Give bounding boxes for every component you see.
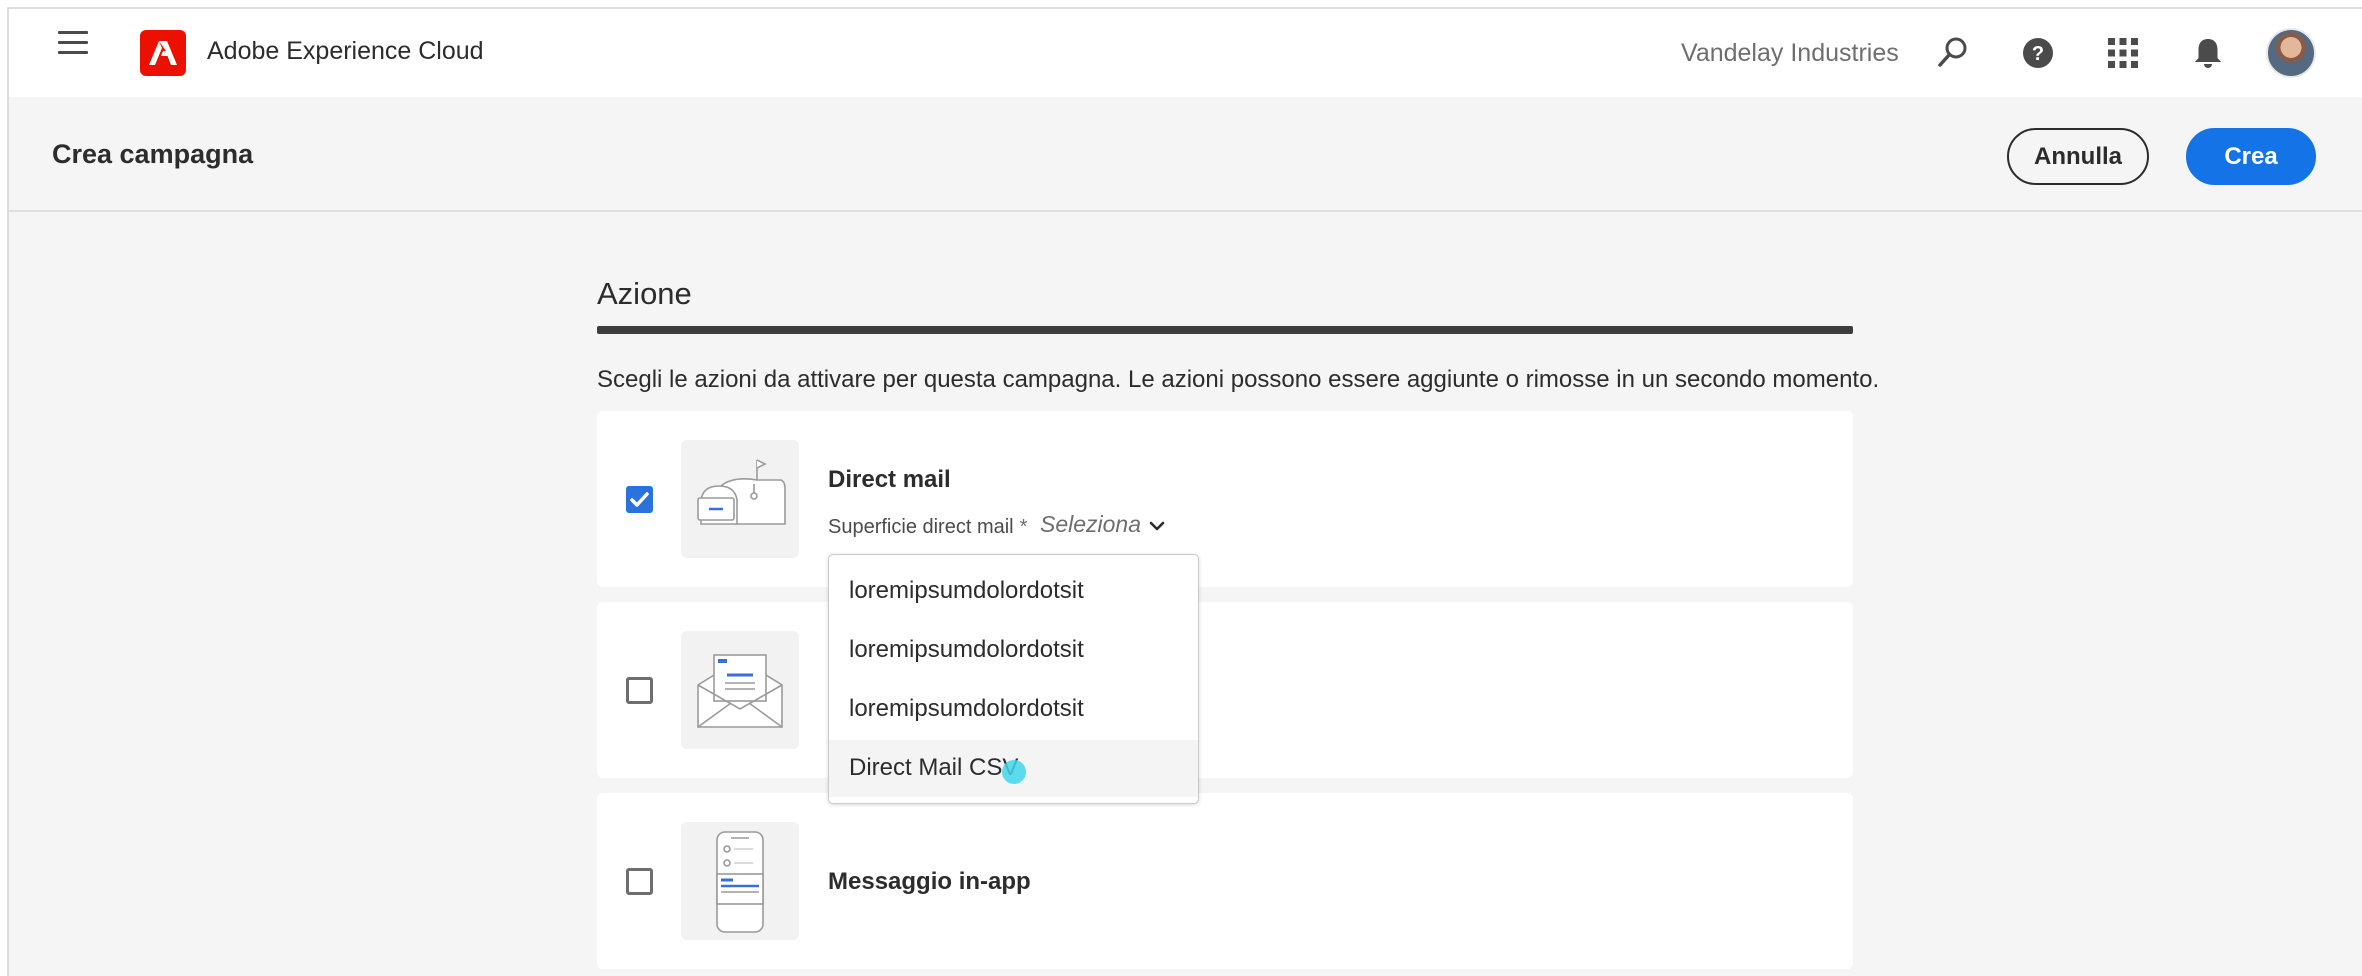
dropdown-option-label: loremipsumdolordotsit xyxy=(849,695,1084,722)
section-description: Scegli le azioni da attivare per questa … xyxy=(597,366,1880,393)
action-card-email xyxy=(597,602,1853,778)
page-header: Crea campagna Annulla Crea xyxy=(9,97,2362,212)
app-title[interactable]: Adobe Experience Cloud xyxy=(207,37,484,66)
dropdown-option-label: loremipsumdolordotsit xyxy=(849,577,1084,604)
org-name[interactable]: Vandelay Industries xyxy=(1681,39,1899,68)
dropdown-option-label: loremipsumdolordotsit xyxy=(849,636,1084,663)
dropdown-option[interactable]: loremipsumdolordotsit xyxy=(829,622,1198,679)
dropdown-option[interactable]: loremipsumdolordotsit xyxy=(829,563,1198,620)
section-title: Azione xyxy=(597,276,692,311)
field-label-text: Superficie direct mail xyxy=(828,516,1014,538)
direct-mail-surface-picker[interactable]: Seleziona xyxy=(1040,511,1167,538)
required-marker: * xyxy=(1019,516,1028,538)
section-divider xyxy=(597,326,1853,334)
apps-grid-icon[interactable] xyxy=(2104,34,2142,72)
direct-mail-surface-label: Superficie direct mail * xyxy=(828,516,1027,539)
notification-bell-icon[interactable] xyxy=(2189,34,2227,72)
mailbox-icon xyxy=(681,440,799,558)
dropdown-option-label: Direct Mail CSV xyxy=(849,754,1019,781)
in-app-checkbox[interactable] xyxy=(626,868,653,895)
action-title-direct-mail: Direct mail xyxy=(828,466,951,493)
action-card-in-app: Messaggio in-app xyxy=(597,793,1853,969)
envelope-icon xyxy=(681,631,799,749)
help-icon[interactable]: ? xyxy=(2019,34,2057,72)
user-avatar[interactable] xyxy=(2266,28,2316,78)
dropdown-option[interactable]: loremipsumdolordotsit xyxy=(829,681,1198,738)
action-title-in-app: Messaggio in-app xyxy=(828,868,1031,895)
page-title: Crea campagna xyxy=(52,139,254,169)
mobile-phone-icon xyxy=(681,822,799,940)
cancel-button[interactable]: Annulla xyxy=(2007,128,2149,185)
chevron-down-icon xyxy=(1149,521,1165,531)
search-icon[interactable] xyxy=(1934,34,1972,72)
svg-text:?: ? xyxy=(2032,43,2044,65)
email-checkbox[interactable] xyxy=(626,677,653,704)
create-button[interactable]: Crea xyxy=(2186,128,2316,185)
action-card-direct-mail: Direct mail Superficie direct mail * Sele… xyxy=(597,411,1853,587)
top-app-bar: Adobe Experience Cloud Vandelay Industri… xyxy=(9,9,2362,97)
adobe-logo[interactable] xyxy=(140,30,186,76)
picker-placeholder: Seleziona xyxy=(1040,511,1142,537)
direct-mail-checkbox[interactable] xyxy=(626,486,653,513)
menu-icon[interactable] xyxy=(58,31,88,57)
mouse-cursor-indicator xyxy=(1002,760,1026,784)
